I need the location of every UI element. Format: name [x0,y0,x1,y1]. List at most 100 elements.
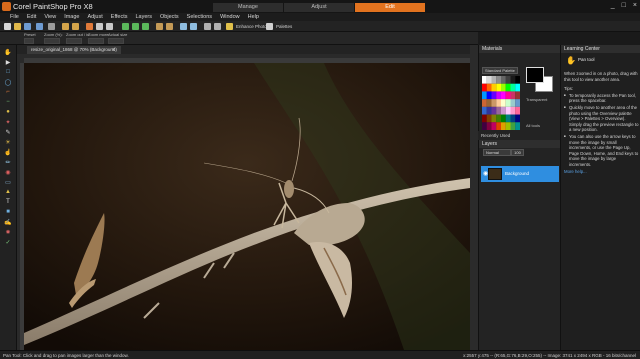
swatch-palette-select[interactable]: Standard Palette [482,67,518,74]
layer-row[interactable]: ◉ Background [481,166,559,182]
color-swatch[interactable] [505,114,511,123]
dropper-tool-icon[interactable]: ✓ [4,238,12,246]
color-swatch[interactable] [486,122,492,130]
color-swatch[interactable] [486,106,492,115]
tab-edit[interactable]: Edit [355,3,425,12]
flip-icon[interactable] [142,23,149,30]
color-swatch[interactable] [505,91,511,100]
minimize-button[interactable]: _ [611,2,615,9]
color-swatch[interactable] [486,99,492,107]
scan-icon[interactable] [48,23,55,30]
color-swatch[interactable] [491,122,497,130]
color-swatch[interactable] [505,106,511,115]
color-swatch[interactable] [501,99,506,107]
color-swatch[interactable] [501,114,506,123]
color-swatch[interactable] [486,114,492,123]
tab-manage[interactable]: Manage [213,3,283,12]
canvas-size-icon[interactable] [166,23,173,30]
crop-icon[interactable] [122,23,129,30]
smudge-tool-icon[interactable]: ☝ [4,148,12,156]
blend-mode-select[interactable]: Normal [483,149,511,156]
scratch-remover-icon[interactable]: ✎ [4,128,12,136]
open-folder-icon[interactable] [14,23,21,30]
color-swatch[interactable] [501,76,506,84]
color-swatch[interactable] [496,83,501,92]
menu-edit[interactable]: Edit [23,13,40,21]
print-icon[interactable] [36,23,43,30]
color-swatch[interactable] [482,114,487,123]
color-swatch[interactable] [482,83,487,92]
straighten-tool-icon[interactable]: − [4,98,12,106]
palettes-button[interactable]: Palettes [276,24,292,29]
color-swatch[interactable] [496,76,501,84]
menu-selections[interactable]: Selections [183,13,216,21]
zoom-inout-button[interactable] [66,38,82,44]
color-swatch[interactable] [496,114,501,123]
transparent-toggle-label[interactable]: Transparent [526,97,547,102]
enhance-photo-button[interactable]: Enhance Photo [236,24,267,29]
panel-divider[interactable] [470,45,478,350]
color-swatch[interactable] [482,106,487,115]
view-icon[interactable] [214,23,221,30]
color-swatch[interactable] [515,91,520,100]
color-swatch[interactable] [515,106,520,115]
color-swatch[interactable] [505,122,511,130]
enhance-photo-icon[interactable] [226,23,233,30]
color-swatch[interactable] [486,76,492,84]
menu-file[interactable]: File [6,13,23,21]
color-swatch[interactable] [491,106,497,115]
document-tab[interactable]: resize_original_1868 @ 70% (Background) [27,46,121,54]
color-swatch[interactable] [505,99,511,107]
layer-icon[interactable] [204,23,211,30]
menu-window[interactable]: Window [216,13,244,21]
undo-icon[interactable] [62,23,69,30]
pan-tool-icon[interactable]: ✋ [4,48,12,56]
selection-tool-icon[interactable]: □ [4,68,12,76]
text-tool-icon[interactable]: T [4,198,12,206]
redo-icon[interactable] [72,23,79,30]
color-swatch[interactable] [510,114,516,123]
red-eye-tool-icon[interactable]: ● [4,108,12,116]
eraser-tool-icon[interactable]: ▭ [4,178,12,186]
menu-adjust[interactable]: Adjust [83,13,106,21]
menu-view[interactable]: View [40,13,60,21]
color-swatch[interactable] [491,83,497,92]
color-swatch[interactable] [491,114,497,123]
opacity-input[interactable]: 100 [511,149,524,156]
color-swatch[interactable] [491,99,497,107]
pen-tool-icon[interactable]: ✍ [4,218,12,226]
color-swatch[interactable] [505,83,511,92]
brightness-icon[interactable] [180,23,187,30]
color-swatch[interactable] [515,83,520,92]
cut-icon[interactable] [86,23,93,30]
menu-objects[interactable]: Objects [156,13,183,21]
freehand-selection-icon[interactable]: ◯ [4,78,12,86]
color-swatch[interactable] [510,122,516,130]
menu-layers[interactable]: Layers [132,13,157,21]
rotate-icon[interactable] [132,23,139,30]
close-tab-icon[interactable]: × [112,47,115,53]
color-swatch[interactable] [496,122,501,130]
color-swatch[interactable] [510,91,516,100]
preset-dropdown[interactable] [24,38,34,44]
color-swatch[interactable] [486,83,492,92]
color-swatch[interactable] [501,83,506,92]
maximize-button[interactable]: □ [622,2,626,9]
color-swatch[interactable] [482,91,487,100]
color-swatch[interactable] [510,76,516,84]
menu-help[interactable]: Help [244,13,263,21]
flood-fill-icon[interactable]: ▲ [4,188,12,196]
color-swatch[interactable] [496,106,501,115]
pick-tool-icon[interactable]: ▶ [4,58,12,66]
dodge-tool-icon[interactable]: ☀ [4,138,12,146]
color-swatch[interactable] [510,83,516,92]
color-swatch[interactable] [482,99,487,107]
color-swatch[interactable] [510,106,516,115]
all-tools-checkbox-label[interactable]: All tools [526,123,540,128]
airbrush-tool-icon[interactable]: ◉ [4,168,12,176]
more-help-link[interactable]: More help... [564,169,639,175]
color-swatch[interactable] [501,106,506,115]
color-swatch[interactable] [501,91,506,100]
brush-tool-icon[interactable]: ✏ [4,158,12,166]
color-swatch[interactable] [510,99,516,107]
